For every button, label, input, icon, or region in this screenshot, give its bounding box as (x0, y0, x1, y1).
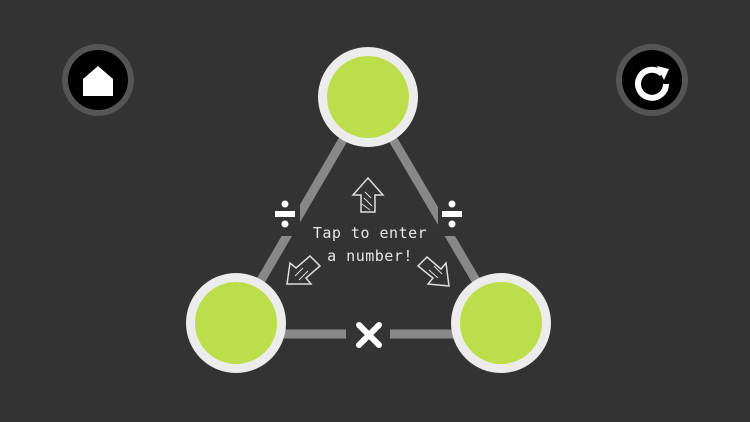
number-node-top[interactable] (318, 47, 418, 147)
number-node-bottom-left[interactable] (186, 273, 286, 373)
restart-icon (635, 66, 669, 101)
hint-text-line-1: Tap to enter (312, 224, 428, 242)
arrow-up-icon (351, 176, 385, 213)
hint-text-line-2: a number! (327, 247, 413, 265)
node-fill (327, 56, 409, 138)
node-fill (195, 282, 277, 364)
node-fill (460, 282, 542, 364)
restart-button[interactable] (616, 44, 688, 116)
home-button[interactable] (62, 44, 134, 116)
number-node-bottom-right[interactable] (451, 273, 551, 373)
game-screen: Tap to enter a number! (0, 0, 750, 422)
home-icon (83, 66, 113, 96)
